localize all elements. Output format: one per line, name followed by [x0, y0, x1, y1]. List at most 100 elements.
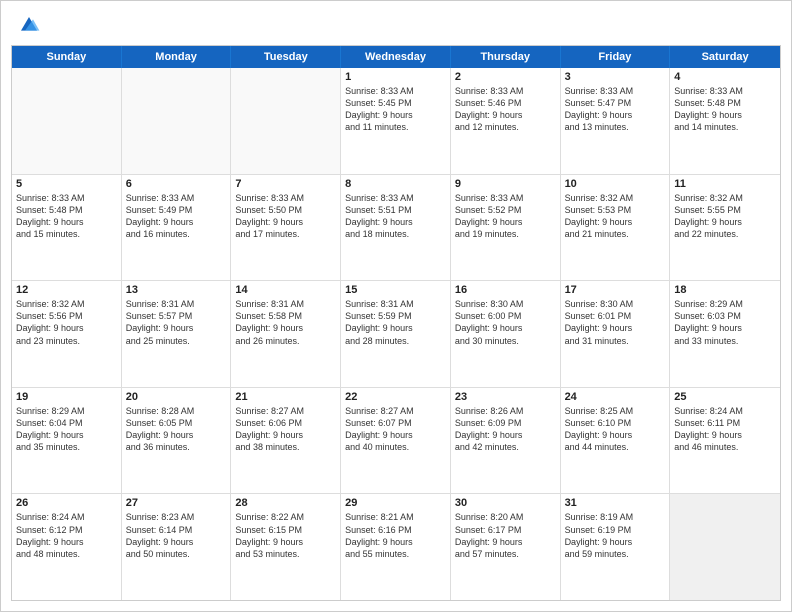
calendar-row-0: 1Sunrise: 8:33 AMSunset: 5:45 PMDaylight…	[12, 68, 780, 175]
day-info: Sunrise: 8:24 AMSunset: 6:11 PMDaylight:…	[674, 405, 776, 454]
calendar-row-2: 12 Sunrise: 8:32 AMSunset: 5:56 PMDayligh…	[12, 281, 780, 388]
day-number: 19	[16, 391, 117, 403]
cal-day-3: 3 Sunrise: 8:33 AMSunset: 5:47 PMDaylight…	[561, 68, 671, 174]
logo-icon	[17, 13, 41, 37]
cal-day-27: 27Sunrise: 8:23 AMSunset: 6:14 PMDayligh…	[122, 494, 232, 600]
day-info: Sunrise: 8:26 AMSunset: 6:09 PMDaylight:…	[455, 405, 556, 454]
day-info: Sunrise: 8:31 AMSunset: 5:59 PMDaylight:…	[345, 298, 446, 347]
day-info: Sunrise: 8:19 AMSunset: 6:19 PMDaylight:…	[565, 511, 666, 560]
day-info: Sunrise: 8:33 AMSunset: 5:48 PMDaylight:…	[674, 85, 776, 134]
cal-day-30: 30 Sunrise: 8:20 AMSunset: 6:17 PMDayligh…	[451, 494, 561, 600]
day-number: 28	[235, 497, 336, 509]
day-info: Sunrise: 8:33 AMSunset: 5:47 PMDaylight:…	[565, 85, 666, 134]
calendar-header: SundayMondayTuesdayWednesdayThursdayFrid…	[12, 46, 780, 68]
day-number: 18	[674, 284, 776, 296]
day-number: 31	[565, 497, 666, 509]
day-number: 20	[126, 391, 227, 403]
cal-day-4: 4 Sunrise: 8:33 AMSunset: 5:48 PMDaylight…	[670, 68, 780, 174]
day-number: 3	[565, 71, 666, 83]
logo	[17, 13, 45, 37]
cal-day-17: 17 Sunrise: 8:30 AMSunset: 6:01 PMDayligh…	[561, 281, 671, 387]
weekday-header-wednesday: Wednesday	[341, 46, 451, 68]
calendar-body: 1Sunrise: 8:33 AMSunset: 5:45 PMDaylight…	[12, 68, 780, 600]
day-info: Sunrise: 8:20 AMSunset: 6:17 PMDaylight:…	[455, 511, 556, 560]
day-info: Sunrise: 8:27 AMSunset: 6:06 PMDaylight:…	[235, 405, 336, 454]
cal-day-13: 13 Sunrise: 8:31 AMSunset: 5:57 PMDayligh…	[122, 281, 232, 387]
cal-day-7: 7 Sunrise: 8:33 AMSunset: 5:50 PMDaylight…	[231, 175, 341, 281]
day-number: 13	[126, 284, 227, 296]
day-info: Sunrise: 8:33 AMSunset: 5:52 PMDaylight:…	[455, 192, 556, 241]
day-number: 10	[565, 178, 666, 190]
day-info: Sunrise: 8:33 AMSunset: 5:48 PMDaylight:…	[16, 192, 117, 241]
day-info: Sunrise: 8:33 AMSunset: 5:46 PMDaylight:…	[455, 85, 556, 134]
day-info: Sunrise: 8:33 AMSunset: 5:51 PMDaylight:…	[345, 192, 446, 241]
cal-day-12: 12 Sunrise: 8:32 AMSunset: 5:56 PMDayligh…	[12, 281, 122, 387]
cal-day-9: 9 Sunrise: 8:33 AMSunset: 5:52 PMDaylight…	[451, 175, 561, 281]
day-number: 4	[674, 71, 776, 83]
cal-empty-cell	[122, 68, 232, 174]
day-number: 1	[345, 71, 446, 83]
cal-empty-cell	[231, 68, 341, 174]
cal-day-28: 28 Sunrise: 8:22 AMSunset: 6:15 PMDayligh…	[231, 494, 341, 600]
calendar-row-3: 19 Sunrise: 8:29 AMSunset: 6:04 PMDayligh…	[12, 388, 780, 495]
day-info: Sunrise: 8:30 AMSunset: 6:00 PMDaylight:…	[455, 298, 556, 347]
day-info: Sunrise: 8:28 AMSunset: 6:05 PMDaylight:…	[126, 405, 227, 454]
day-number: 22	[345, 391, 446, 403]
cal-day-22: 22 Sunrise: 8:27 AMSunset: 6:07 PMDayligh…	[341, 388, 451, 494]
cal-empty-cell	[670, 494, 780, 600]
cal-day-31: 31 Sunrise: 8:19 AMSunset: 6:19 PMDayligh…	[561, 494, 671, 600]
calendar-row-1: 5 Sunrise: 8:33 AMSunset: 5:48 PMDaylight…	[12, 175, 780, 282]
day-number: 7	[235, 178, 336, 190]
cal-day-19: 19 Sunrise: 8:29 AMSunset: 6:04 PMDayligh…	[12, 388, 122, 494]
cal-empty-cell	[12, 68, 122, 174]
cal-day-2: 2 Sunrise: 8:33 AMSunset: 5:46 PMDaylight…	[451, 68, 561, 174]
cal-day-11: 11 Sunrise: 8:32 AMSunset: 5:55 PMDayligh…	[670, 175, 780, 281]
day-info: Sunrise: 8:32 AMSunset: 5:56 PMDaylight:…	[16, 298, 117, 347]
day-number: 26	[16, 497, 117, 509]
day-info: Sunrise: 8:29 AMSunset: 6:03 PMDaylight:…	[674, 298, 776, 347]
cal-day-15: 15Sunrise: 8:31 AMSunset: 5:59 PMDayligh…	[341, 281, 451, 387]
day-info: Sunrise: 8:33 AMSunset: 5:50 PMDaylight:…	[235, 192, 336, 241]
day-number: 30	[455, 497, 556, 509]
day-info: Sunrise: 8:23 AMSunset: 6:14 PMDaylight:…	[126, 511, 227, 560]
day-info: Sunrise: 8:33 AMSunset: 5:49 PMDaylight:…	[126, 192, 227, 241]
day-info: Sunrise: 8:25 AMSunset: 6:10 PMDaylight:…	[565, 405, 666, 454]
weekday-header-tuesday: Tuesday	[231, 46, 341, 68]
cal-day-8: 8Sunrise: 8:33 AMSunset: 5:51 PMDaylight…	[341, 175, 451, 281]
cal-day-5: 5 Sunrise: 8:33 AMSunset: 5:48 PMDaylight…	[12, 175, 122, 281]
day-number: 5	[16, 178, 117, 190]
day-number: 21	[235, 391, 336, 403]
day-info: Sunrise: 8:32 AMSunset: 5:53 PMDaylight:…	[565, 192, 666, 241]
day-number: 14	[235, 284, 336, 296]
day-info: Sunrise: 8:29 AMSunset: 6:04 PMDaylight:…	[16, 405, 117, 454]
day-number: 9	[455, 178, 556, 190]
cal-day-21: 21 Sunrise: 8:27 AMSunset: 6:06 PMDayligh…	[231, 388, 341, 494]
day-info: Sunrise: 8:31 AMSunset: 5:57 PMDaylight:…	[126, 298, 227, 347]
day-number: 12	[16, 284, 117, 296]
weekday-header-thursday: Thursday	[451, 46, 561, 68]
weekday-header-saturday: Saturday	[670, 46, 780, 68]
cal-day-25: 25Sunrise: 8:24 AMSunset: 6:11 PMDayligh…	[670, 388, 780, 494]
day-info: Sunrise: 8:22 AMSunset: 6:15 PMDaylight:…	[235, 511, 336, 560]
header	[1, 1, 791, 45]
cal-day-14: 14 Sunrise: 8:31 AMSunset: 5:58 PMDayligh…	[231, 281, 341, 387]
cal-day-18: 18 Sunrise: 8:29 AMSunset: 6:03 PMDayligh…	[670, 281, 780, 387]
day-info: Sunrise: 8:27 AMSunset: 6:07 PMDaylight:…	[345, 405, 446, 454]
day-info: Sunrise: 8:30 AMSunset: 6:01 PMDaylight:…	[565, 298, 666, 347]
day-number: 17	[565, 284, 666, 296]
cal-day-6: 6Sunrise: 8:33 AMSunset: 5:49 PMDaylight…	[122, 175, 232, 281]
weekday-header-friday: Friday	[561, 46, 671, 68]
cal-day-1: 1Sunrise: 8:33 AMSunset: 5:45 PMDaylight…	[341, 68, 451, 174]
day-number: 2	[455, 71, 556, 83]
day-info: Sunrise: 8:31 AMSunset: 5:58 PMDaylight:…	[235, 298, 336, 347]
day-number: 16	[455, 284, 556, 296]
cal-day-26: 26 Sunrise: 8:24 AMSunset: 6:12 PMDayligh…	[12, 494, 122, 600]
weekday-header-sunday: Sunday	[12, 46, 122, 68]
calendar-row-4: 26 Sunrise: 8:24 AMSunset: 6:12 PMDayligh…	[12, 494, 780, 600]
day-number: 11	[674, 178, 776, 190]
day-info: Sunrise: 8:32 AMSunset: 5:55 PMDaylight:…	[674, 192, 776, 241]
day-info: Sunrise: 8:24 AMSunset: 6:12 PMDaylight:…	[16, 511, 117, 560]
weekday-header-monday: Monday	[122, 46, 232, 68]
cal-day-23: 23Sunrise: 8:26 AMSunset: 6:09 PMDayligh…	[451, 388, 561, 494]
day-number: 29	[345, 497, 446, 509]
